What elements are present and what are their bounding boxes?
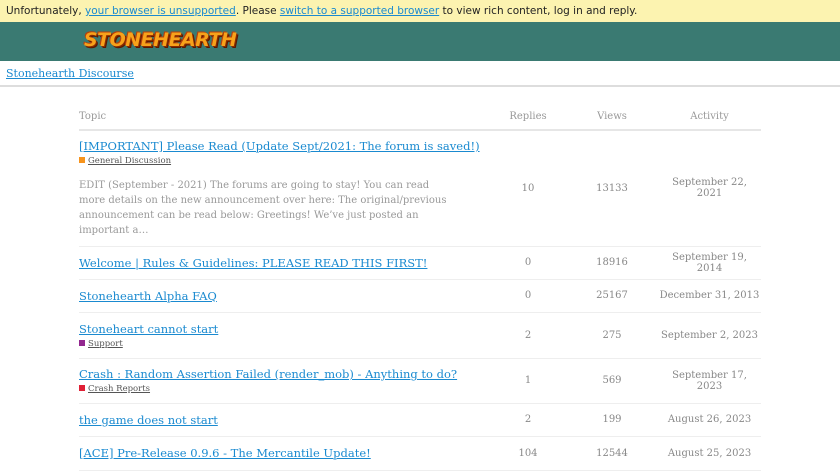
replies-count: 2 [490, 403, 566, 437]
category-color-icon [79, 156, 85, 163]
category-color-icon [79, 339, 85, 346]
topic-cell: Stonehearth Alpha FAQ [79, 279, 490, 313]
category-link[interactable]: General Discussion [88, 156, 171, 166]
category-badge: Support [79, 339, 490, 349]
unsupported-browser-banner: Unfortunately, your browser is unsupport… [0, 0, 840, 22]
banner-text: Unfortunately, [6, 5, 86, 17]
topic-title-link[interactable]: [IMPORTANT] Please Read (Update Sept/202… [79, 139, 480, 153]
replies-count: 2 [490, 312, 566, 359]
supported-browser-link[interactable]: switch to a supported browser [280, 5, 439, 17]
activity-date: September 2, 2023 [658, 312, 761, 359]
activity-date: September 22, 2021 [658, 130, 761, 247]
banner-text: . Please [235, 5, 280, 17]
views-count: 25167 [566, 279, 658, 313]
site-logo[interactable]: STONEHEARTH [84, 29, 237, 51]
topic-row: Crash : Random Assertion Failed (render_… [79, 358, 761, 404]
topic-cell: [IMPORTANT] Please Read (Update Sept/202… [79, 130, 490, 247]
breadcrumb-home-link[interactable]: Stonehearth Discourse [6, 67, 134, 80]
topic-row: the game does not start 2 199 August 26, 20… [79, 403, 761, 437]
views-count: 13133 [566, 130, 658, 247]
replies-count: 0 [490, 246, 566, 280]
topic-cell: Welcome | Rules & Guidelines: PLEASE REA… [79, 246, 490, 280]
topic-title-link[interactable]: Stoneheart cannot start [79, 322, 218, 336]
replies-count: 104 [490, 436, 566, 471]
topic-title-link[interactable]: [ACE] Pre-Release 0.9.6 - The Mercantile… [79, 446, 371, 460]
replies-count: 1 [490, 358, 566, 404]
topic-excerpt: EDIT (September - 2021) The forums are g… [79, 179, 447, 236]
topic-row: Stonehearth Alpha FAQ 0 25167 December 31, … [79, 279, 761, 313]
topic-title-link[interactable]: the game does not start [79, 413, 218, 427]
site-header: STONEHEARTH [0, 22, 840, 61]
activity-date: August 25, 2023 [658, 436, 761, 471]
topic-cell: the game does not start [79, 403, 490, 437]
category-badge: Crash Reports [79, 384, 490, 394]
views-count: 199 [566, 403, 658, 437]
replies-count: 10 [490, 130, 566, 247]
column-topic: Topic [79, 104, 490, 131]
unsupported-link[interactable]: your browser is unsupported [85, 5, 236, 17]
column-views: Views [566, 104, 658, 131]
topic-cell: [ACE] Pre-Release 0.9.6 - The Mercantile… [79, 436, 490, 471]
topic-cell: Stoneheart cannot start Support [79, 312, 490, 359]
activity-date: December 31, 2013 [658, 279, 761, 313]
column-activity: Activity [658, 104, 761, 131]
topic-row: [ACE] Pre-Release 0.9.6 - The Mercantile… [79, 436, 761, 471]
topic-row: Welcome | Rules & Guidelines: PLEASE REA… [79, 246, 761, 280]
topic-title-link[interactable]: Welcome | Rules & Guidelines: PLEASE REA… [79, 256, 427, 270]
views-count: 18916 [566, 246, 658, 280]
category-badge: General Discussion [79, 156, 490, 166]
breadcrumb: Stonehearth Discourse [0, 61, 840, 87]
category-link[interactable]: Support [88, 339, 123, 349]
activity-date: September 17, 2023 [658, 358, 761, 404]
category-color-icon [79, 385, 85, 391]
topic-row: Stoneheart cannot start Support 2 275 Septem… [79, 312, 761, 359]
topic-cell: Crash : Random Assertion Failed (render_… [79, 358, 490, 404]
banner-text: to view rich content, log in and reply. [439, 5, 638, 17]
column-replies: Replies [490, 104, 566, 131]
category-link[interactable]: Crash Reports [88, 384, 150, 394]
activity-date: September 19, 2014 [658, 246, 761, 280]
topic-title-link[interactable]: Crash : Random Assertion Failed (render_… [79, 367, 457, 381]
topic-row: [IMPORTANT] Please Read (Update Sept/202… [79, 130, 761, 247]
topic-list: Topic Replies Views Activity [IMPORTANT]… [79, 104, 761, 471]
topic-title-link[interactable]: Stonehearth Alpha FAQ [79, 289, 217, 303]
views-count: 275 [566, 312, 658, 359]
views-count: 569 [566, 358, 658, 404]
views-count: 12544 [566, 436, 658, 471]
activity-date: August 26, 2023 [658, 403, 761, 437]
replies-count: 0 [490, 279, 566, 313]
